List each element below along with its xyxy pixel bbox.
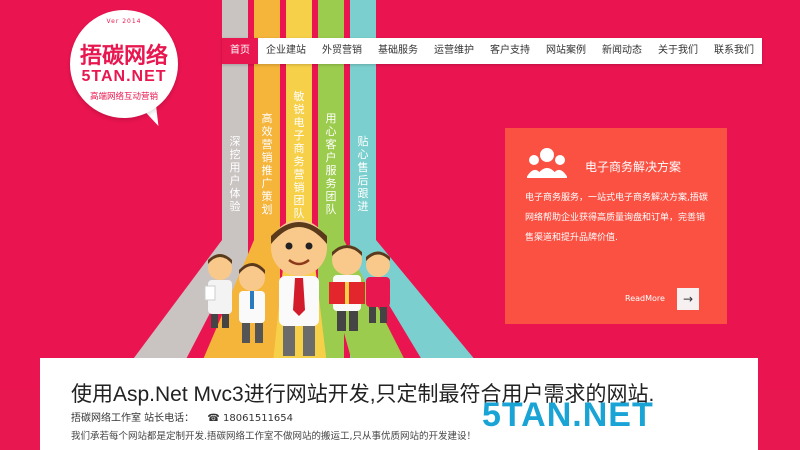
intro-description: 我们承若每个网站都是定制开发.捂碳网络工作室不做网站的搬运工,只从事优质网站的开…	[71, 431, 477, 442]
logo-version: Ver 2014	[106, 18, 142, 25]
nav-item-news[interactable]: 新闻动态	[594, 38, 650, 64]
logo-tagline: 高端网络互动营销	[89, 92, 158, 102]
nav-item-basic-services[interactable]: 基础服务	[370, 38, 426, 64]
nav-item-support[interactable]: 客户支持	[482, 38, 538, 64]
nav-item-cases[interactable]: 网站案例	[538, 38, 594, 64]
phone-icon: ☎	[207, 413, 220, 424]
stripe-label-3: 敏锐电子商务营销团队	[293, 90, 305, 220]
stripe-label-2: 高效营销推广策划	[261, 112, 273, 216]
main-nav: 首页 企业建站 外贸营销 基础服务 运营维护 客户支持 网站案例 新闻动态 关于…	[222, 38, 762, 64]
arrow-right-icon[interactable]: →	[677, 288, 699, 310]
stripe-label-5: 贴心售后跟进	[357, 135, 369, 213]
panel-description: 电子商务服务，一站式电子商务解决方案,捂碳网络帮助企业获得高质量询盘和订单，完善…	[525, 193, 708, 243]
stripe-label-1: 深挖用户体验	[229, 135, 241, 213]
studio-contact: 捂碳网络工作室 站长电话： ☎ 18061511654	[71, 409, 293, 424]
nav-item-contact[interactable]: 联系我们	[706, 38, 762, 64]
logo-name-cn: 捂碳网络	[79, 44, 168, 69]
people-group-icon	[527, 148, 567, 178]
nav-item-website-building[interactable]: 企业建站	[258, 38, 314, 64]
stripe-label-4: 用心客户服务团队	[325, 112, 337, 216]
phone-number[interactable]: 18061511654	[223, 413, 293, 424]
logo-name-en: 5TAN.NET	[81, 68, 167, 85]
cartoon-team-illustration	[204, 220, 390, 356]
studio-label: 捂碳网络工作室 站长电话：	[71, 413, 195, 424]
solution-panel: 电子商务解决方案 电子商务服务，一站式电子商务解决方案,捂碳网络帮助企业获得高质…	[505, 128, 727, 324]
hero-banner: 深挖用户体验 高效营销推广策划 敏锐电子商务营销团队 用心客户服务团队 贴心售后…	[0, 0, 800, 390]
nav-item-operations[interactable]: 运营维护	[426, 38, 482, 64]
read-more-link[interactable]: ReadMore	[625, 294, 665, 303]
nav-item-about[interactable]: 关于我们	[650, 38, 706, 64]
site-logo[interactable]: Ver 2014 捂碳网络 5TAN.NET 高端网络互动营销	[70, 10, 178, 118]
watermark-text: 5TAN.NET	[482, 396, 654, 434]
panel-title: 电子商务解决方案	[585, 160, 682, 174]
nav-item-home[interactable]: 首页	[222, 38, 258, 64]
nav-item-trade-marketing[interactable]: 外贸营销	[314, 38, 370, 64]
